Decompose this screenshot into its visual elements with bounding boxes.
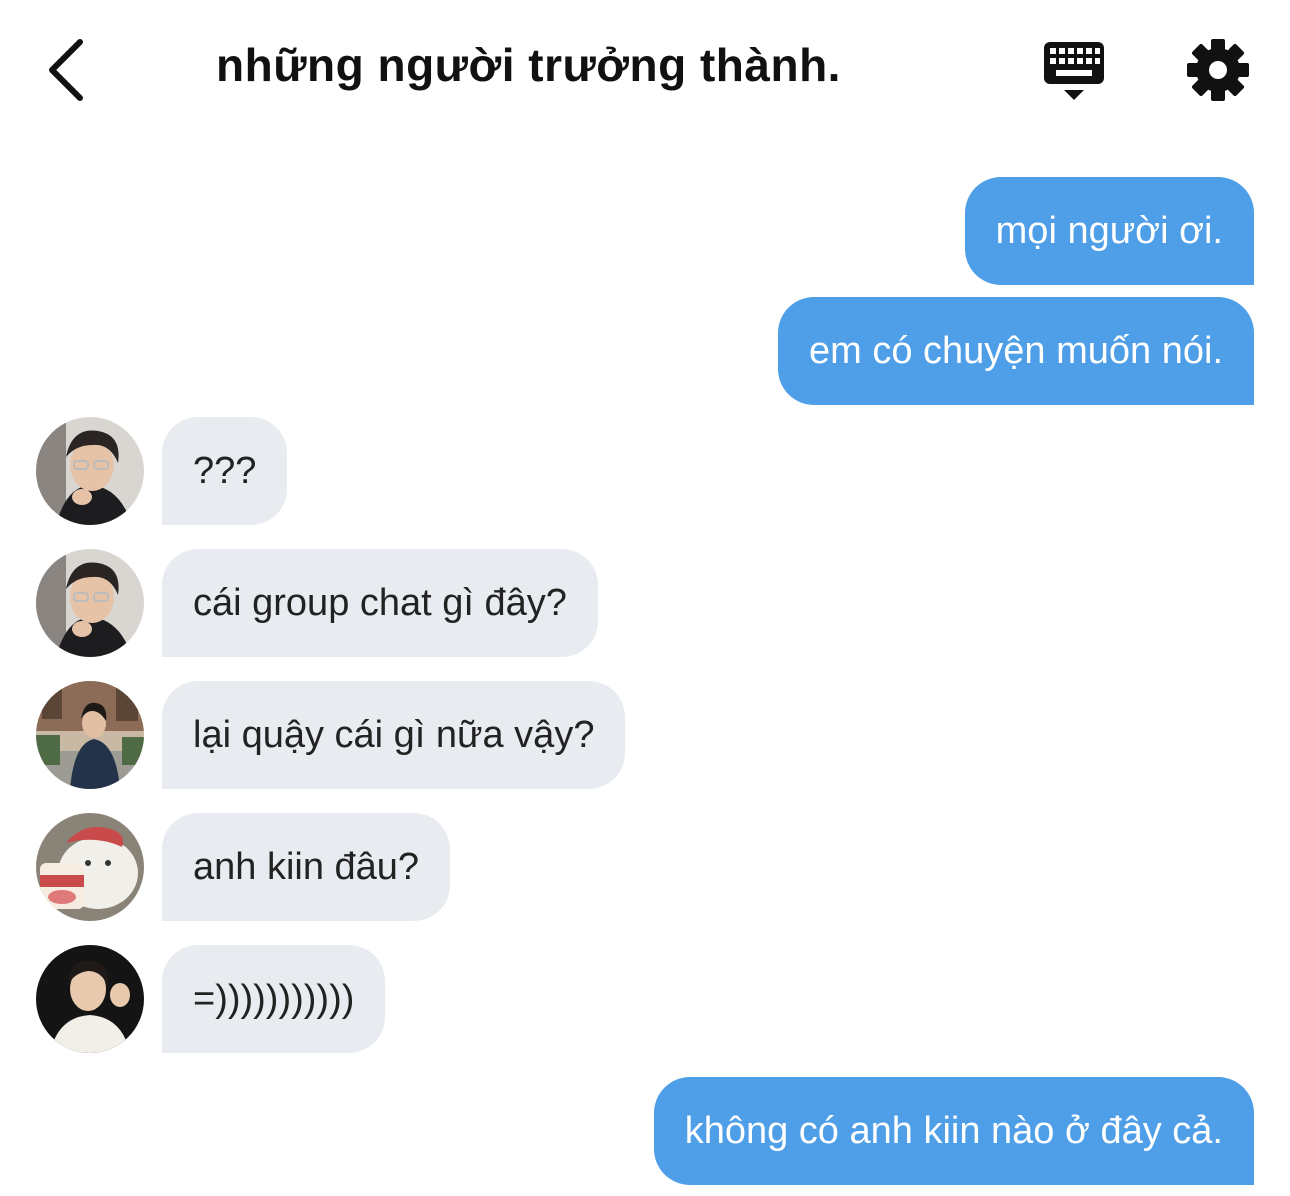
avatar[interactable] — [36, 945, 144, 1053]
message-text: =))))))))))) — [193, 978, 355, 1020]
message-bubble-outgoing[interactable]: không có anh kiin nào ở đây cả. — [653, 1077, 1254, 1185]
message-bubble-incoming[interactable]: anh kiin đâu? — [162, 813, 451, 921]
message-bubble-incoming[interactable]: lại quậy cái gì nữa vậy? — [162, 681, 626, 789]
message-text: em có chuyện muốn nói. — [808, 330, 1223, 372]
message-text: mọi người ơi. — [995, 210, 1223, 252]
message-text: anh kiin đâu? — [193, 846, 420, 888]
keyboard-icon — [1044, 42, 1104, 100]
message-bubble-outgoing[interactable]: mọi người ơi. — [964, 177, 1254, 285]
chevron-left-icon — [49, 39, 83, 101]
message-text: lại quậy cái gì nữa vậy? — [193, 714, 595, 756]
message-bubble-outgoing[interactable]: em có chuyện muốn nói. — [777, 297, 1254, 405]
back-button[interactable] — [38, 32, 98, 108]
message-text: ??? — [193, 450, 257, 492]
avatar[interactable] — [36, 813, 144, 921]
gear-icon — [1187, 39, 1249, 101]
chat-title: những người trưởng thành. — [216, 39, 841, 91]
message-bubble-incoming[interactable]: cái group chat gì đây? — [162, 549, 598, 657]
settings-button[interactable] — [1186, 38, 1250, 102]
avatar[interactable] — [36, 417, 144, 525]
avatar-4-image — [36, 945, 144, 1053]
chat-header: những người trưởng thành. — [0, 0, 1290, 140]
avatar-2-image — [36, 681, 144, 789]
message-text: không có anh kiin nào ở đây cả. — [684, 1110, 1223, 1152]
message-bubble-incoming[interactable]: ??? — [162, 417, 288, 525]
avatar-1-image — [36, 417, 144, 525]
keyboard-button[interactable] — [1038, 38, 1110, 106]
avatar[interactable] — [36, 681, 144, 789]
avatar-3-image — [36, 813, 144, 921]
avatar[interactable] — [36, 549, 144, 657]
message-bubble-incoming[interactable]: =))))))))))) — [162, 945, 386, 1053]
avatar-1-image — [36, 549, 144, 657]
message-text: cái group chat gì đây? — [193, 582, 567, 624]
